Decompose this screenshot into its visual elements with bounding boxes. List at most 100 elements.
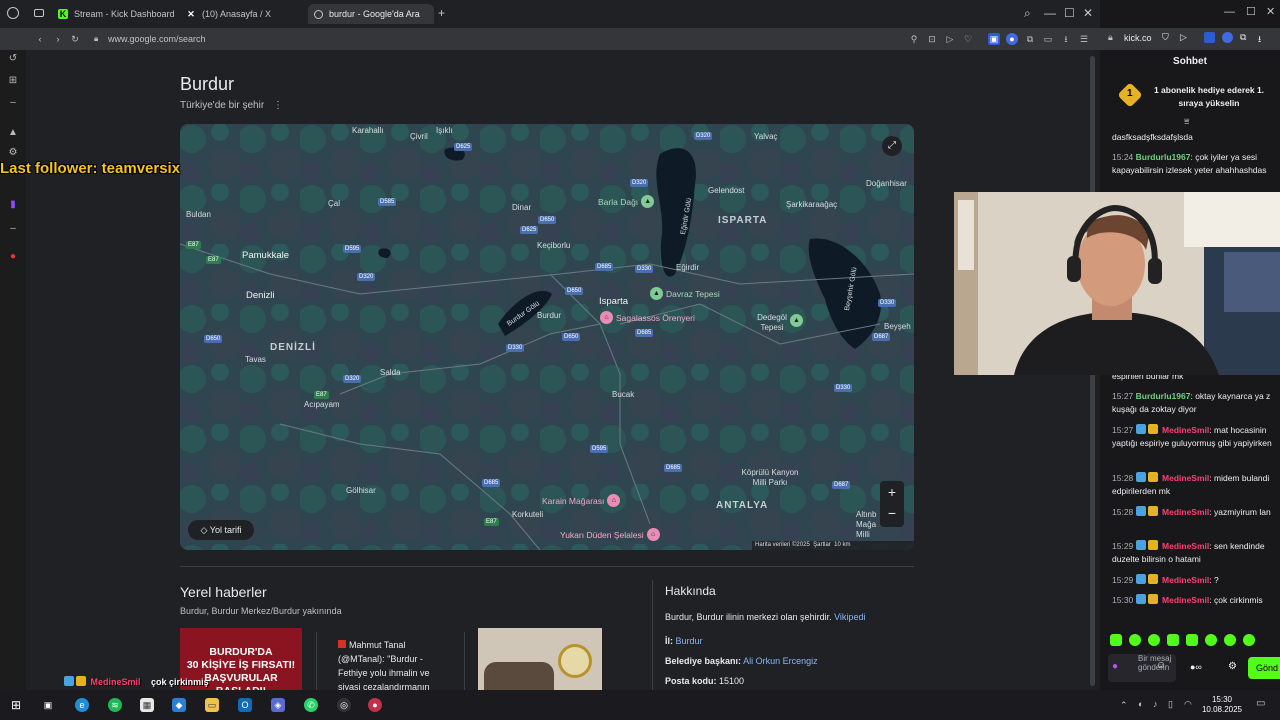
chat-username[interactable]: MedineSmil <box>1162 507 1209 517</box>
obs-icon[interactable]: ◎ <box>337 698 351 712</box>
chat-pinned-banner[interactable]: 1 1 abonelik hediye ederek 1. sıraya yük… <box>1108 80 1274 114</box>
battery-icon[interactable]: ▯ <box>1168 699 1173 710</box>
expand-map-button[interactable]: ⤢ <box>882 136 902 156</box>
new-tab-icon[interactable]: + <box>438 6 445 20</box>
whatsapp-icon[interactable]: ✆ <box>304 698 318 712</box>
maximize-icon[interactable]: ☐ <box>1064 6 1075 20</box>
wifi-icon[interactable]: ◠ <box>1184 699 1192 710</box>
reload-icon[interactable]: ↻ <box>69 33 81 45</box>
outlook-icon[interactable]: O <box>238 698 252 712</box>
map-poi-karain[interactable]: Karain Mağarası ⌂ <box>542 494 623 507</box>
notification-icon[interactable]: ▭ <box>1256 698 1265 709</box>
map-terms-link[interactable]: Şartlar <box>813 542 831 548</box>
extension-a-icon[interactable] <box>1204 32 1215 43</box>
back-icon[interactable]: ‹ <box>34 33 46 45</box>
send-button[interactable]: Gönd <box>1248 657 1280 679</box>
il-link[interactable]: Burdur <box>676 636 703 646</box>
menu-icon[interactable]: ☰ <box>1078 33 1090 45</box>
mic-icon[interactable]: ● <box>1112 661 1118 672</box>
tray-chevron-icon[interactable]: ⌃ <box>1120 700 1128 711</box>
wallet-icon[interactable]: ▭ <box>1042 33 1054 45</box>
map-panel[interactable]: Karahallı Çivril Işıklı Yalvaç Doğanhisa… <box>180 124 914 550</box>
extensions-icon[interactable]: ⧉ <box>1024 33 1036 45</box>
search-tabs-icon[interactable]: ⌕ <box>1024 6 1031 21</box>
mayor-link[interactable]: Ali Orkun Ercengiz <box>743 656 818 666</box>
clock[interactable]: 15:30 10.08.2025 <box>1200 695 1244 715</box>
users-icon[interactable]: ●∞ <box>1190 662 1202 672</box>
tab-kick-dashboard[interactable]: K Stream - Kick Dashboard <box>52 4 180 24</box>
map-poi-dedegol[interactable]: ▲ <box>790 314 806 327</box>
zoom-out-button[interactable]: − <box>880 503 904 525</box>
pin-icon[interactable]: ⚲ <box>908 33 920 45</box>
extensions-icon[interactable]: ⧉ <box>1240 32 1246 43</box>
emote-icon[interactable] <box>1205 634 1217 646</box>
chat-url[interactable]: kick.co <box>1124 33 1152 43</box>
download-icon[interactable]: ⭳ <box>1258 32 1261 48</box>
browser-menu-icon[interactable] <box>7 7 19 19</box>
file-explorer-icon[interactable]: ▭ <box>205 698 219 712</box>
extension-a-icon[interactable]: ▣ <box>988 33 1000 45</box>
emote-icon[interactable] <box>1186 634 1198 646</box>
chat-username[interactable]: MedineSmil <box>1162 575 1209 585</box>
emote-icon[interactable] <box>1167 634 1179 646</box>
extension-b-icon[interactable] <box>1222 32 1233 43</box>
network-icon[interactable]: ◐ <box>1138 699 1143 709</box>
chat-username[interactable]: MedineSmil <box>1162 541 1209 551</box>
zoom-in-button[interactable]: + <box>880 481 904 503</box>
map-poi-sagalassos[interactable]: ⌂ Sagalassos Örenyeri <box>600 311 695 324</box>
tab-overview-icon[interactable] <box>34 9 44 17</box>
emote-icon[interactable] <box>1243 634 1255 646</box>
emote-icon[interactable] <box>1224 634 1236 646</box>
bookmark-icon[interactable]: ⊞ <box>7 75 19 87</box>
close-icon[interactable]: ✕ <box>1083 6 1093 20</box>
emote-icon[interactable] <box>1129 634 1141 646</box>
chat-username[interactable]: MedineSmil <box>1162 473 1209 483</box>
wikipedia-link[interactable]: Vikipedi <box>834 612 865 622</box>
map-poi-barla[interactable]: Barla Dağı ▲ <box>598 195 657 208</box>
spotify-icon[interactable]: ≋ <box>108 698 122 712</box>
collapse-icon[interactable]: ⩸ <box>1184 116 1189 127</box>
teams-icon[interactable]: ◈ <box>271 698 285 712</box>
emote-icon[interactable] <box>1110 634 1122 646</box>
screenshot-icon[interactable]: ⊡ <box>926 33 938 45</box>
volume-icon[interactable]: ♪ <box>1153 699 1158 709</box>
directions-button[interactable]: ◇ Yol tarifi <box>188 520 254 540</box>
vscode-icon[interactable]: ◆ <box>172 698 186 712</box>
emote-picker-icon[interactable]: ☺ <box>1156 660 1166 671</box>
minimize-icon[interactable]: — <box>1224 6 1235 18</box>
history-icon[interactable]: ↺ <box>7 53 19 65</box>
emote-icon[interactable] <box>1148 634 1160 646</box>
tab-x-home[interactable]: ✕ (10) Anasayfa / X <box>180 4 306 24</box>
settings-icon[interactable]: ⚙ <box>7 147 19 159</box>
calculator-icon[interactable]: ▦ <box>140 698 154 712</box>
tab-google-search[interactable]: burdur - Google'da Ara <box>308 4 434 24</box>
record-icon[interactable]: ● <box>7 251 19 263</box>
windows-start-icon[interactable]: ⊞ <box>9 698 23 712</box>
maximize-icon[interactable]: ☐ <box>1246 5 1256 18</box>
task-view-icon[interactable]: ▣ <box>41 698 55 712</box>
edge-icon[interactable]: e <box>75 698 89 712</box>
close-icon[interactable]: ✕ <box>1266 5 1275 18</box>
extension-b-icon[interactable]: ● <box>1006 33 1018 45</box>
chat-settings-icon[interactable]: ⚙ <box>1228 661 1237 672</box>
play-icon[interactable]: ▷ <box>944 33 956 45</box>
chat-username[interactable]: MedineSmil <box>1162 595 1209 605</box>
map-poi-yukari-duden[interactable]: Yukarı Düden Şelalesi ⌂ <box>560 528 663 541</box>
chat-username[interactable]: MedineSmil <box>1162 425 1209 435</box>
more-options-icon[interactable]: ⋮ <box>273 100 283 111</box>
chat-username[interactable]: Burdurlu1967 <box>1136 391 1191 401</box>
address-input[interactable]: 🔒︎ www.google.com/search <box>88 31 748 47</box>
play-icon[interactable]: ▷ <box>1180 32 1187 43</box>
chat-username[interactable]: Burdurlu1967 <box>1136 152 1191 162</box>
minimize-icon[interactable]: — <box>1044 6 1056 20</box>
heart-icon[interactable]: ♡ <box>962 33 974 45</box>
twitch-icon[interactable]: ▮ <box>7 199 19 211</box>
app-icon[interactable]: ▲ <box>7 127 19 139</box>
news-article[interactable]: Mahmut Tanal (@MTanal): "Burdur - Fethiy… <box>338 638 458 690</box>
download-icon[interactable]: ⭳ <box>1060 33 1072 45</box>
map-poi-davraz[interactable]: ▲ Davraz Tepesi <box>650 287 720 300</box>
shield-icon[interactable]: ⛉ <box>1162 32 1169 43</box>
browser-active-icon[interactable]: ● <box>368 698 382 712</box>
forward-icon[interactable]: › <box>52 33 64 45</box>
news-photo[interactable] <box>478 628 602 690</box>
